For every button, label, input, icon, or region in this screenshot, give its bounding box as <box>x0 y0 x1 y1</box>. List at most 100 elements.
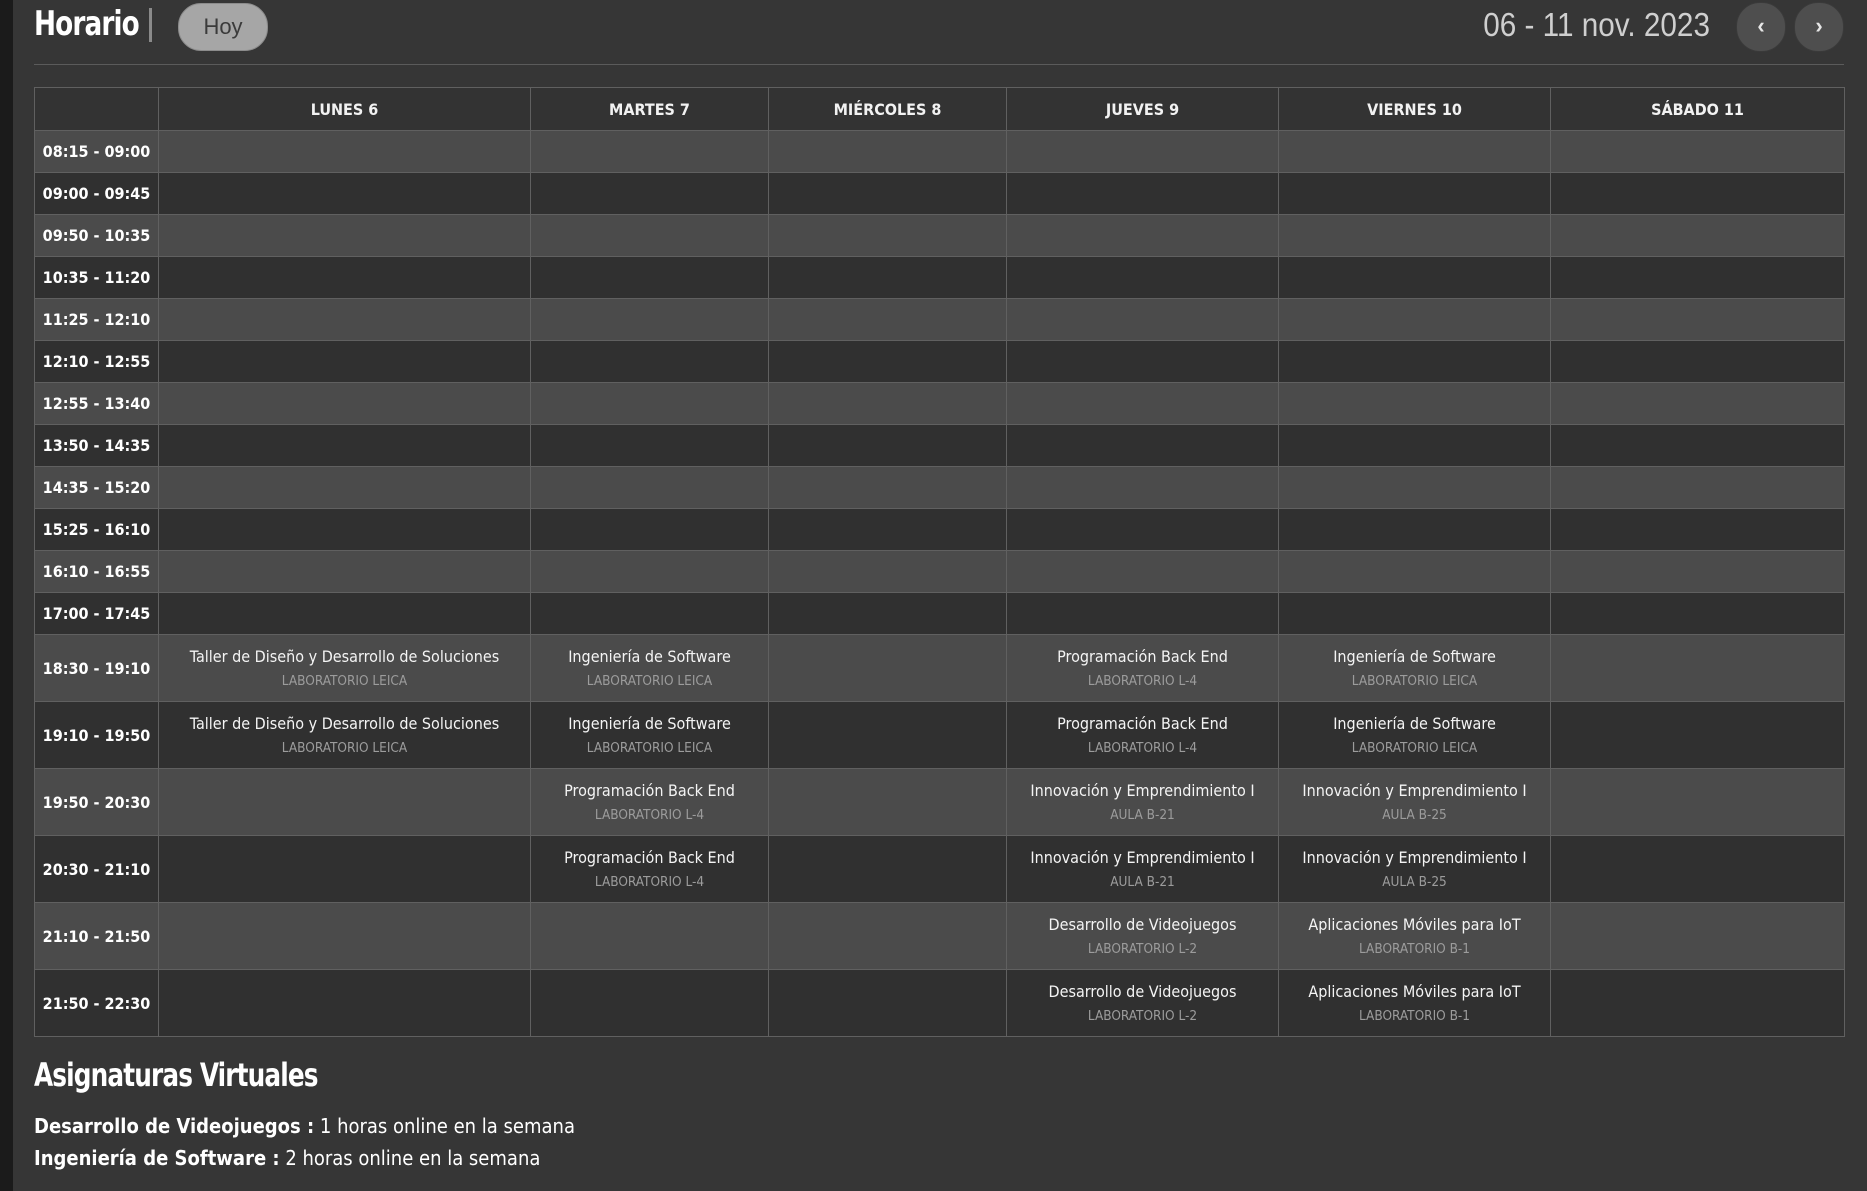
room-name: AULA B-25 <box>1382 806 1447 823</box>
empty-cell <box>1278 256 1551 299</box>
time-slot-row: 19:10 - 19:50 Taller de Diseño y Desarrol… <box>34 701 1845 769</box>
course-name: Desarrollo de Videojuegos <box>1048 981 1237 1001</box>
class-cell[interactable]: Ingeniería de Software LABORATORIO LEICA <box>530 634 769 702</box>
class-cell[interactable]: Innovación y Emprendimiento I AULA B-25 <box>1278 835 1551 903</box>
time-label: 13:50 - 14:35 <box>34 424 159 467</box>
empty-cell <box>1550 172 1845 215</box>
course-name: Taller de Diseño y Desarrollo de Solucio… <box>189 646 500 666</box>
time-label: 21:10 - 21:50 <box>34 902 159 970</box>
empty-cell <box>1006 508 1279 551</box>
class-cell[interactable]: Programación Back End LABORATORIO L-4 <box>1006 634 1279 702</box>
time-label: 21:50 - 22:30 <box>34 969 159 1037</box>
class-cell[interactable]: Taller de Diseño y Desarrollo de Solucio… <box>158 701 531 769</box>
course-name: Programación Back End <box>1057 713 1228 733</box>
room-name: LABORATORIO LEICA <box>1351 672 1478 689</box>
time-label: 12:10 - 12:55 <box>34 340 159 383</box>
schedule-table: LUNES 6 MARTES 7 MIÉRCOLES 8 JUEVES 9 VI… <box>34 87 1845 1037</box>
virtual-courses-title: Asignaturas Virtuales <box>34 1056 319 1094</box>
room-name: LABORATORIO LEICA <box>586 739 713 756</box>
time-label: 12:55 - 13:40 <box>34 382 159 425</box>
time-label: 09:50 - 10:35 <box>34 214 159 257</box>
chevron-right-icon: › <box>1815 13 1823 38</box>
class-cell[interactable]: Ingeniería de Software LABORATORIO LEICA <box>1278 634 1551 702</box>
room-name: LABORATORIO L-4 <box>1087 739 1198 756</box>
schedule-body: 08:15 - 09:00 09:00 - 09:45 09:50 - 10:35 1… <box>34 130 1845 1037</box>
empty-cell <box>1278 508 1551 551</box>
empty-cell <box>1006 130 1279 173</box>
time-slot-row: 19:50 - 20:30 Programación Back End LABORA… <box>34 768 1845 836</box>
empty-cell <box>1006 340 1279 383</box>
room-name: LABORATORIO B-1 <box>1358 940 1471 957</box>
time-label: 09:00 - 09:45 <box>34 172 159 215</box>
empty-cell <box>768 382 1007 425</box>
day-header: JUEVES 9 <box>1006 87 1279 131</box>
empty-cell <box>1278 298 1551 341</box>
day-header: LUNES 6 <box>158 87 531 131</box>
class-cell[interactable]: Aplicaciones Móviles para IoT LABORATORIO… <box>1278 902 1551 970</box>
empty-cell <box>1278 130 1551 173</box>
empty-cell <box>768 768 1007 836</box>
empty-cell <box>158 835 531 903</box>
empty-cell <box>530 256 769 299</box>
course-name: Ingeniería de Software <box>568 713 731 733</box>
class-cell[interactable]: Desarrollo de Videojuegos LABORATORIO L-2 <box>1006 969 1279 1037</box>
empty-cell <box>768 340 1007 383</box>
class-cell[interactable]: Desarrollo de Videojuegos LABORATORIO L-2 <box>1006 902 1279 970</box>
empty-cell <box>1550 256 1845 299</box>
time-slot-row: 15:25 - 16:10 <box>34 508 1845 551</box>
empty-cell <box>1550 835 1845 903</box>
empty-cell <box>1550 340 1845 383</box>
empty-cell <box>158 256 531 299</box>
empty-cell <box>158 466 531 509</box>
empty-cell <box>1006 298 1279 341</box>
virtual-courses-list: Desarrollo de Videojuegos : 1 horas onli… <box>34 1110 575 1174</box>
empty-cell <box>768 466 1007 509</box>
next-week-button[interactable]: › <box>1794 2 1844 52</box>
class-cell[interactable]: Ingeniería de Software LABORATORIO LEICA <box>530 701 769 769</box>
course-name: Aplicaciones Móviles para IoT <box>1308 981 1521 1001</box>
title-separator <box>149 8 152 42</box>
empty-cell <box>530 902 769 970</box>
time-label: 20:30 - 21:10 <box>34 835 159 903</box>
today-button[interactable]: Hoy <box>178 3 268 51</box>
time-slot-row: 21:50 - 22:30 Desarrollo de Videojuegos LA… <box>34 969 1845 1037</box>
empty-cell <box>1550 130 1845 173</box>
empty-cell <box>158 592 531 635</box>
empty-cell <box>158 902 531 970</box>
class-cell[interactable]: Innovación y Emprendimiento I AULA B-25 <box>1278 768 1551 836</box>
class-cell[interactable]: Aplicaciones Móviles para IoT LABORATORIO… <box>1278 969 1551 1037</box>
time-label: 15:25 - 16:10 <box>34 508 159 551</box>
empty-cell <box>1278 550 1551 593</box>
prev-week-button[interactable]: ‹ <box>1736 2 1786 52</box>
empty-cell <box>1550 298 1845 341</box>
course-name: Programación Back End <box>564 847 735 867</box>
empty-cell <box>530 466 769 509</box>
class-cell[interactable]: Taller de Diseño y Desarrollo de Solucio… <box>158 634 531 702</box>
empty-cell <box>1278 382 1551 425</box>
class-cell[interactable]: Innovación y Emprendimiento I AULA B-21 <box>1006 835 1279 903</box>
room-name: LABORATORIO L-4 <box>594 873 705 890</box>
page-title: Horario <box>34 4 140 44</box>
empty-cell <box>530 424 769 467</box>
empty-cell <box>158 508 531 551</box>
course-name: Programación Back End <box>1057 646 1228 666</box>
course-name: Innovación y Emprendimiento I <box>1030 847 1255 867</box>
room-name: LABORATORIO LEICA <box>1351 739 1478 756</box>
empty-cell <box>1550 508 1845 551</box>
class-cell[interactable]: Ingeniería de Software LABORATORIO LEICA <box>1278 701 1551 769</box>
class-cell[interactable]: Programación Back End LABORATORIO L-4 <box>1006 701 1279 769</box>
empty-cell <box>158 340 531 383</box>
room-name: LABORATORIO L-2 <box>1087 940 1198 957</box>
room-name: LABORATORIO B-1 <box>1358 1007 1471 1024</box>
empty-cell <box>1550 214 1845 257</box>
class-cell[interactable]: Programación Back End LABORATORIO L-4 <box>530 768 769 836</box>
class-cell[interactable]: Innovación y Emprendimiento I AULA B-21 <box>1006 768 1279 836</box>
empty-cell <box>158 424 531 467</box>
time-slot-row: 12:10 - 12:55 <box>34 340 1845 383</box>
class-cell[interactable]: Programación Back End LABORATORIO L-4 <box>530 835 769 903</box>
empty-cell <box>1550 550 1845 593</box>
empty-cell <box>158 969 531 1037</box>
empty-cell <box>530 172 769 215</box>
empty-cell <box>1006 466 1279 509</box>
room-name: LABORATORIO L-2 <box>1087 1007 1198 1024</box>
